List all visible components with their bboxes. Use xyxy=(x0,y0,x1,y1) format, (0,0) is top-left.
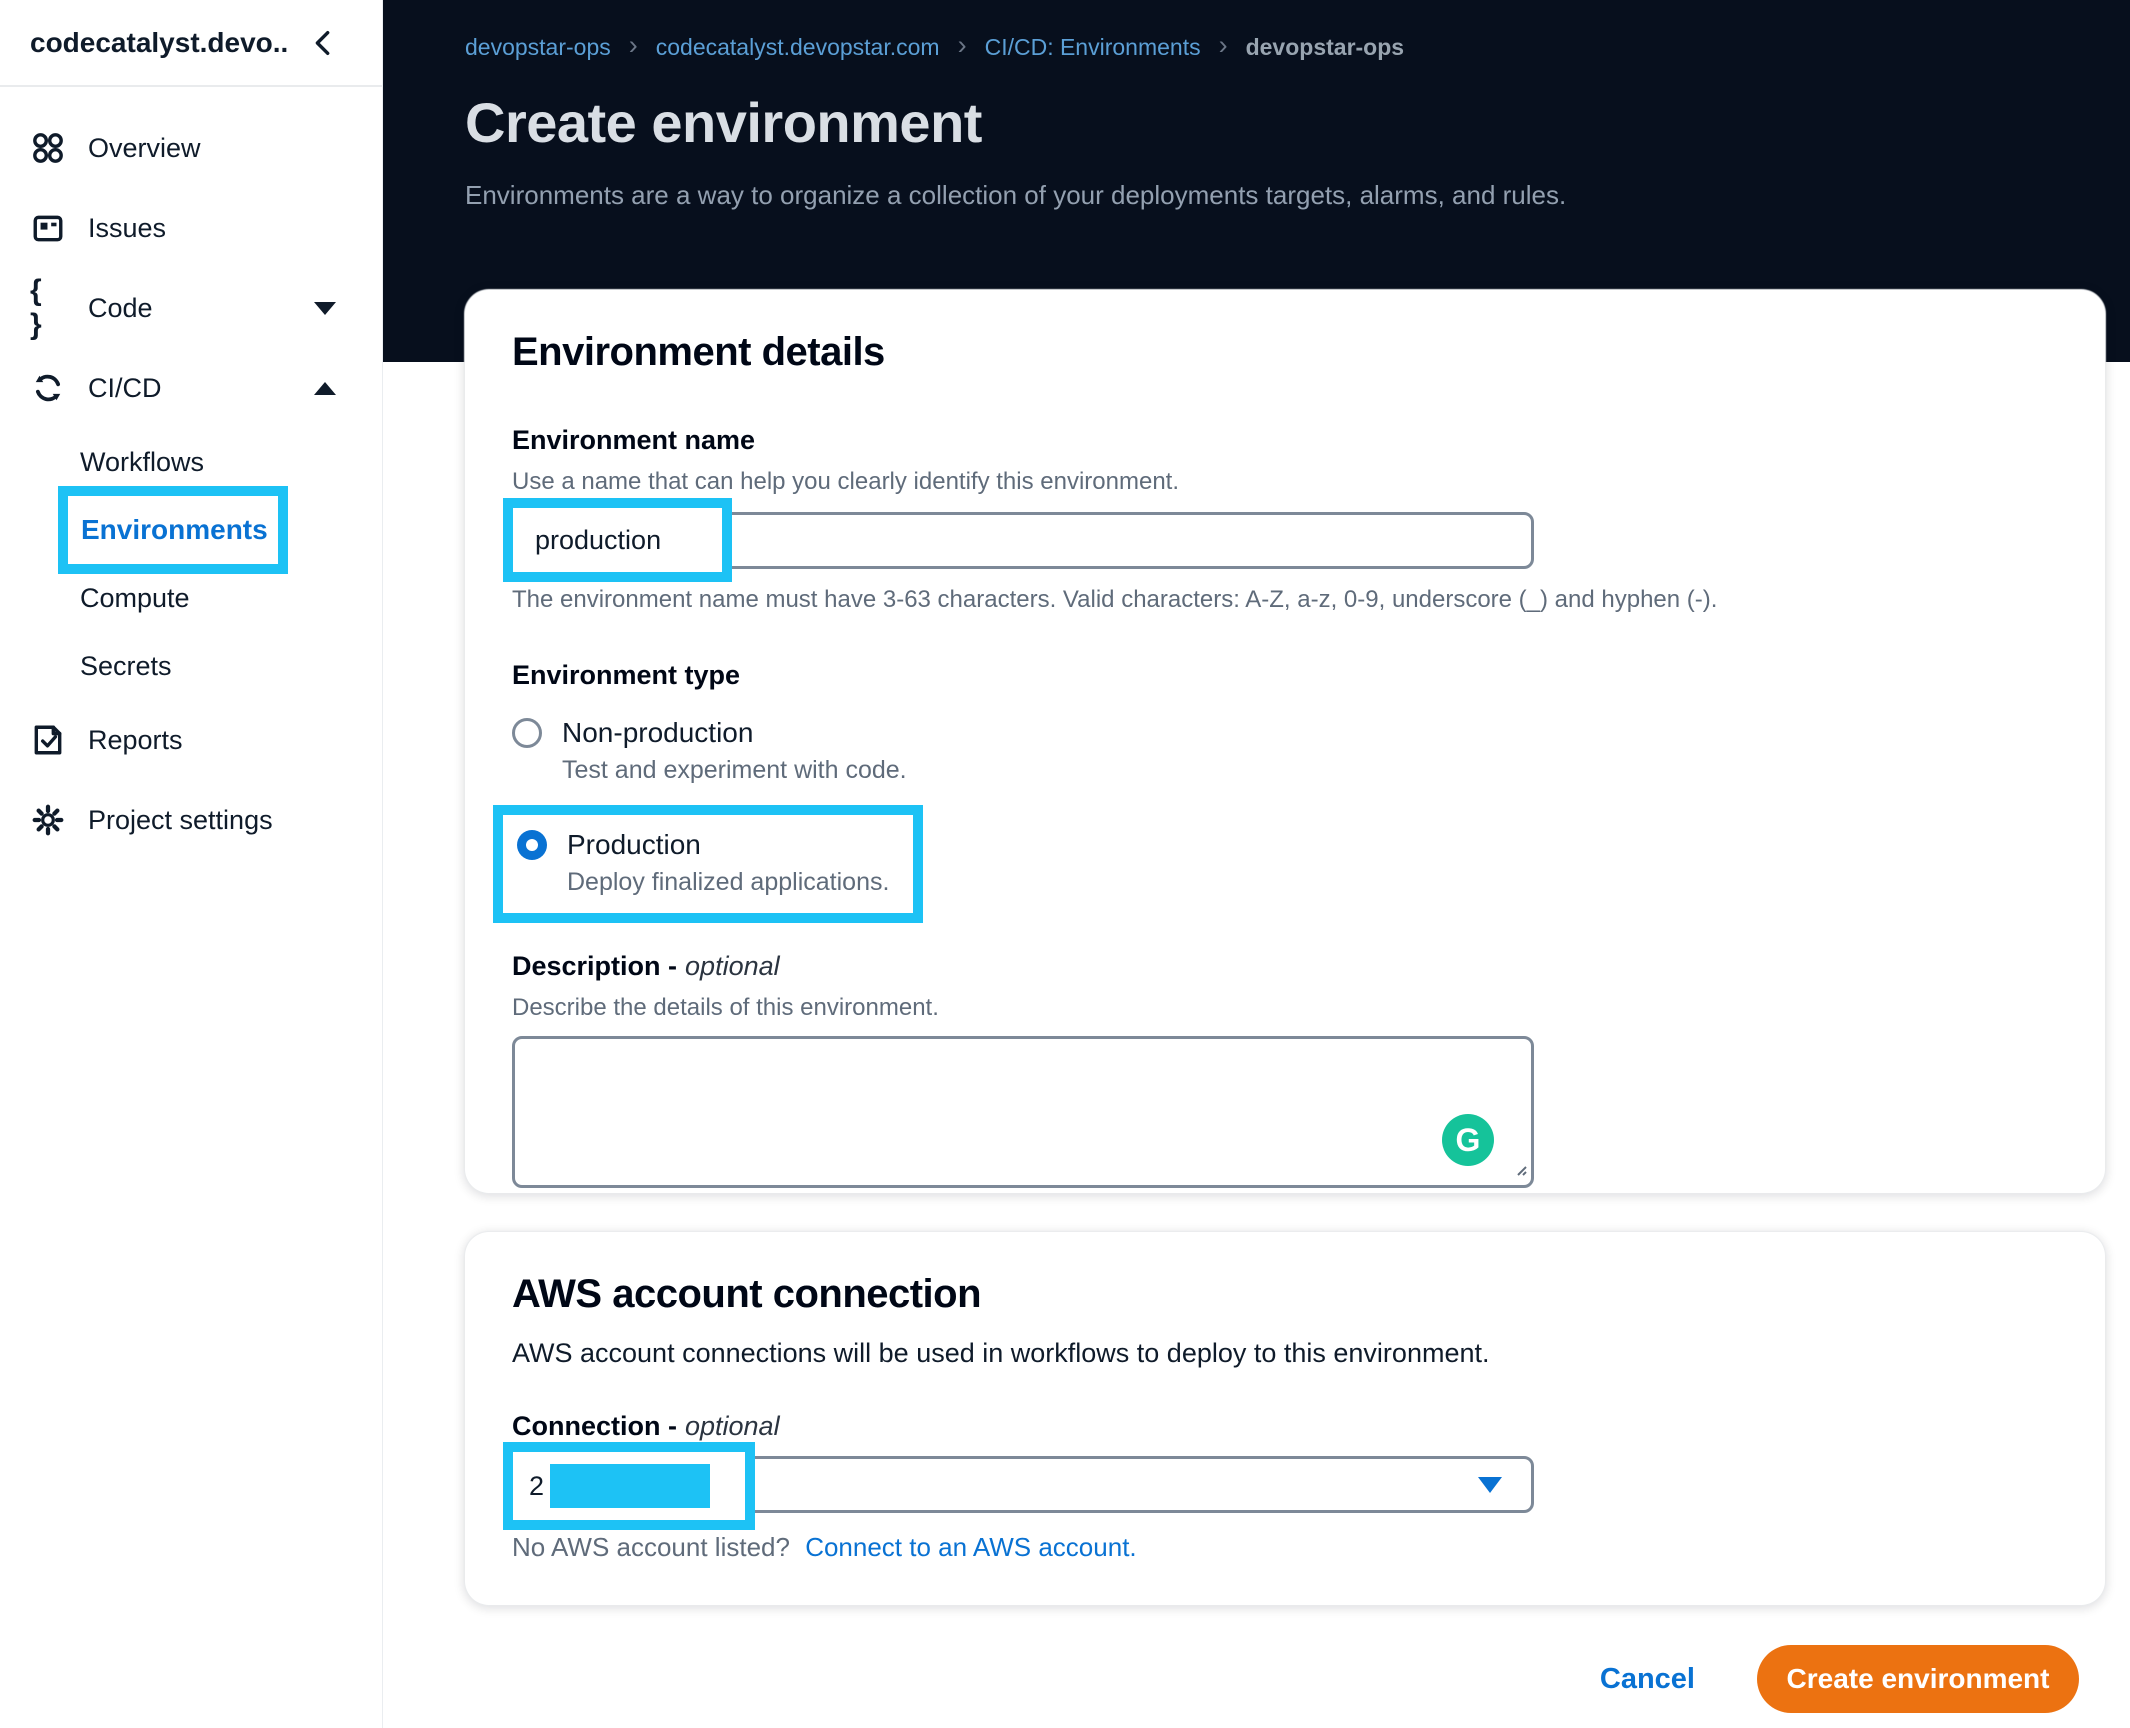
chevron-up-icon xyxy=(314,382,336,395)
sidebar-item-label: CI/CD xyxy=(88,373,162,404)
sidebar: codecatalyst.devo... Overview Issues { }… xyxy=(0,0,383,1728)
grid-icon xyxy=(30,130,66,166)
project-title: codecatalyst.devo... xyxy=(30,27,290,59)
sidebar-item-issues[interactable]: Issues xyxy=(0,188,382,268)
description-label: Description -optional xyxy=(512,951,2058,982)
annotation-highlight-production: Production Deploy finalized applications… xyxy=(493,805,923,923)
aws-connection-subtitle: AWS account connections will be used in … xyxy=(512,1338,2058,1369)
connection-label: Connection -optional xyxy=(512,1411,2058,1442)
aws-account-connection-card: AWS account connection AWS account conne… xyxy=(465,1232,2105,1605)
radio-unselected-icon xyxy=(512,718,542,748)
optional-tag: optional xyxy=(685,951,780,981)
breadcrumb-separator-icon: › xyxy=(958,30,967,61)
connection-select-wrap: 2 xyxy=(512,1456,1534,1513)
cycle-icon xyxy=(30,370,66,406)
cancel-button[interactable]: Cancel xyxy=(1600,1663,1695,1696)
environment-type-label: Environment type xyxy=(512,660,2058,691)
card-heading: Environment details xyxy=(512,290,2058,375)
breadcrumb-separator-icon: › xyxy=(629,30,638,61)
breadcrumb-link-project[interactable]: devopstar-ops xyxy=(465,34,611,61)
sidebar-item-compute[interactable]: Compute xyxy=(0,564,382,632)
resize-handle-icon[interactable] xyxy=(1512,1161,1528,1182)
redaction-block xyxy=(550,1464,710,1508)
sidebar-item-reports[interactable]: Reports xyxy=(0,700,382,780)
sidebar-item-label: Overview xyxy=(88,133,201,164)
sidebar-item-label: Issues xyxy=(88,213,166,244)
sidebar-item-label: Reports xyxy=(88,725,183,756)
report-icon xyxy=(30,722,66,758)
select-caret-icon xyxy=(1478,1477,1502,1493)
breadcrumb-link-environments[interactable]: CI/CD: Environments xyxy=(985,34,1201,61)
radio-production-description: Deploy finalized applications. xyxy=(567,868,889,897)
sidebar-item-project-settings[interactable]: Project settings xyxy=(0,780,382,860)
sidebar-item-label: Project settings xyxy=(88,805,273,836)
sidebar-item-overview[interactable]: Overview xyxy=(0,108,382,188)
optional-tag: optional xyxy=(685,1411,780,1441)
environment-name-value: production xyxy=(535,525,661,556)
description-field-wrap: G xyxy=(512,1036,1534,1188)
sidebar-item-cicd[interactable]: CI/CD xyxy=(0,348,382,428)
page-subtitle: Environments are a way to organize a col… xyxy=(465,180,2130,211)
environment-name-label: Environment name xyxy=(512,425,2058,456)
breadcrumb: devopstar-ops › codecatalyst.devopstar.c… xyxy=(465,0,2130,63)
grammarly-icon[interactable]: G xyxy=(1442,1114,1494,1166)
connection-help: No AWS account listed? Connect to an AWS… xyxy=(512,1532,2058,1563)
sidebar-item-environments-slot: Environments xyxy=(0,496,382,564)
description-help: Describe the details of this environment… xyxy=(512,994,2058,1022)
annotation-highlight-environments: Environments xyxy=(58,486,288,574)
sidebar-nav: Overview Issues { } Code CI/CD xyxy=(0,87,382,860)
breadcrumb-separator-icon: › xyxy=(1219,30,1228,61)
sidebar-item-secrets[interactable]: Secrets xyxy=(0,632,382,700)
chevron-down-icon xyxy=(314,302,336,315)
connect-aws-account-link[interactable]: Connect to an AWS account. xyxy=(805,1532,1136,1562)
board-icon xyxy=(30,210,66,246)
create-environment-button[interactable]: Create environment xyxy=(1757,1645,2079,1713)
description-textarea[interactable] xyxy=(512,1036,1534,1188)
sidebar-header: codecatalyst.devo... xyxy=(0,0,382,87)
environment-name-field-wrap: production xyxy=(512,512,1534,569)
sidebar-item-label: Code xyxy=(88,293,153,324)
radio-option-non-production[interactable]: Non-production xyxy=(512,717,2058,749)
sidebar-item-environments[interactable]: Environments xyxy=(81,514,268,546)
breadcrumb-current: devopstar-ops xyxy=(1246,34,1404,61)
annotation-highlight-name-value: production xyxy=(503,498,732,582)
connection-value: 2 xyxy=(529,1471,544,1502)
connection-help-text: No AWS account listed? xyxy=(512,1532,790,1562)
breadcrumb-link-repo[interactable]: codecatalyst.devopstar.com xyxy=(656,34,940,61)
environment-details-card: Environment details Environment name Use… xyxy=(465,290,2105,1193)
radio-option-production[interactable]: Production xyxy=(517,829,889,861)
sidebar-collapse-icon[interactable] xyxy=(308,27,340,59)
card-heading: AWS account connection xyxy=(512,1232,2058,1317)
radio-selected-icon xyxy=(517,830,547,860)
sidebar-item-code[interactable]: { } Code xyxy=(0,268,382,348)
gear-icon xyxy=(30,802,66,838)
form-actions: Cancel Create environment xyxy=(1600,1645,2079,1713)
radio-non-production-description: Test and experiment with code. xyxy=(562,756,2058,785)
braces-icon: { } xyxy=(30,290,66,326)
page-title: Create environment xyxy=(465,90,2130,155)
environment-name-help: Use a name that can help you clearly ide… xyxy=(512,468,2058,496)
environment-name-constraint: The environment name must have 3-63 char… xyxy=(512,586,2058,614)
cicd-subnav: Workflows Environments Compute Secrets xyxy=(0,428,382,700)
annotation-highlight-connection: 2 xyxy=(503,1442,755,1530)
